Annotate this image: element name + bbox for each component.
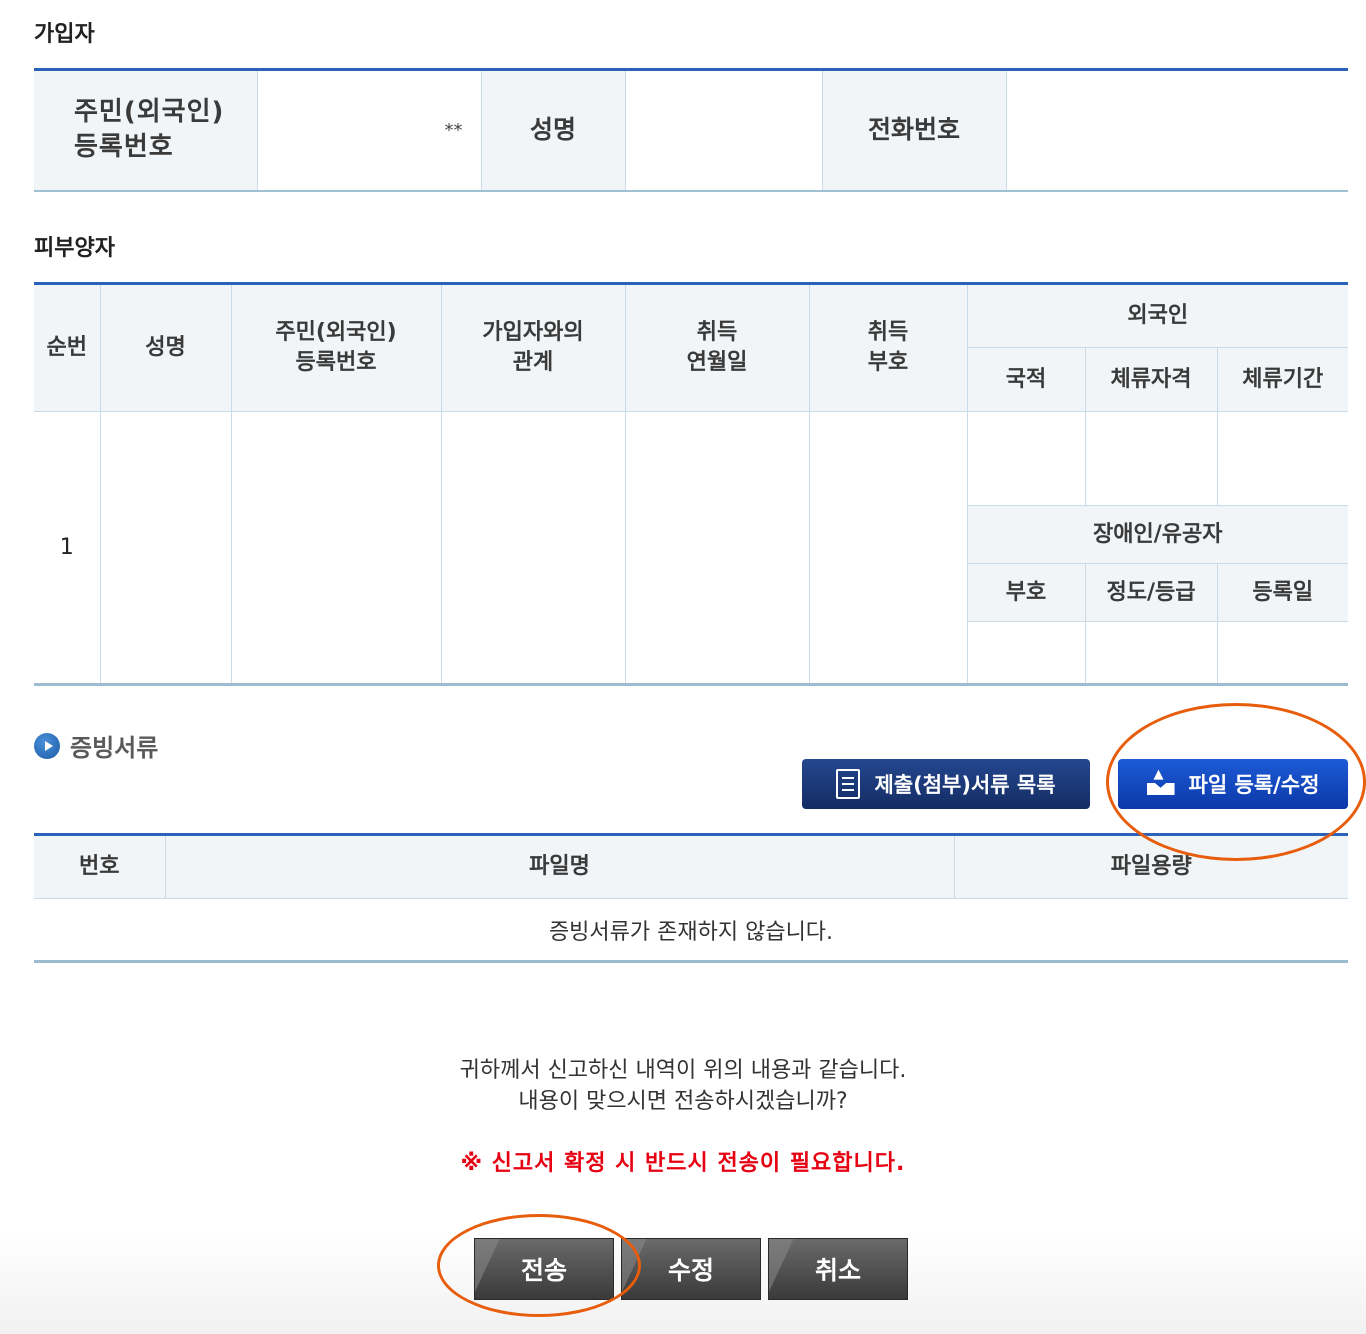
document-icon <box>836 769 861 799</box>
col-acq-code-line2: 부호 <box>867 350 909 375</box>
col-nationality: 국적 <box>967 347 1086 412</box>
row-disabled-code <box>967 621 1086 685</box>
documents-section-title: 증빙서류 <box>34 728 158 763</box>
col-foreigner-group: 외국인 <box>966 283 1349 348</box>
col-acq-date-line2: 연월일 <box>686 350 748 375</box>
col-file-size: 파일용량 <box>953 834 1348 899</box>
row-seq: 1 <box>34 411 101 685</box>
file-upload-button[interactable]: 파일 등록/수정 <box>1118 759 1348 809</box>
row-visa-status <box>1084 411 1218 506</box>
row-acq-date <box>624 411 810 685</box>
subscriber-section-title: 가입자 <box>34 22 95 47</box>
row-nationality <box>966 411 1086 506</box>
warning-message: ※ 신고서 확정 시 반드시 전송이 필요합니다. <box>460 1151 906 1176</box>
dependents-table: 순번 성명 주민(외국인) 등록번호 가입자와의 관계 취득 연월일 취득 부호… <box>34 282 1349 686</box>
document-list-button[interactable]: 제출(첨부)서류 목록 <box>802 759 1090 809</box>
row-rrn <box>230 411 442 685</box>
subscriber-name-value <box>624 69 823 191</box>
col-acq-date: 취득 연월일 <box>624 283 810 412</box>
col-disabled-reg-date: 등록일 <box>1216 563 1349 622</box>
subscriber-phone-value <box>1005 69 1348 191</box>
subscriber-name-label: 성명 <box>480 69 626 191</box>
edit-button[interactable]: 수정 <box>621 1238 761 1300</box>
col-seq: 순번 <box>34 283 101 412</box>
col-relation: 가입자와의 관계 <box>440 283 626 412</box>
file-upload-button-label: 파일 등록/수정 <box>1188 773 1320 797</box>
col-acq-code: 취득 부호 <box>808 283 968 412</box>
cancel-button[interactable]: 취소 <box>768 1238 908 1300</box>
documents-empty-message: 증빙서류가 존재하지 않습니다. <box>34 898 1348 962</box>
subscriber-rrn-label: 주민(외국인) 등록번호 <box>34 69 258 191</box>
rrn-label-line1: 주민(외국인) <box>74 97 225 128</box>
row-relation <box>440 411 626 685</box>
row-disabled-reg-date <box>1216 621 1349 685</box>
row-acq-code <box>808 411 968 685</box>
col-file-name: 파일명 <box>164 834 955 899</box>
row-name <box>99 411 232 685</box>
upload-tray-icon <box>1147 767 1175 795</box>
col-visa-status: 체류자격 <box>1084 347 1218 412</box>
document-list-button-label: 제출(첨부)서류 목록 <box>874 773 1056 797</box>
cancel-button-label: 취소 <box>814 1256 861 1285</box>
col-rrn-line2: 등록번호 <box>295 350 377 375</box>
col-relation-line2: 관계 <box>512 350 554 375</box>
send-button-label: 전송 <box>520 1256 567 1285</box>
confirm-message: 귀하께서 신고하신 내역이 위의 내용과 같습니다. 내용이 맞으시면 전송하시… <box>0 1055 1366 1117</box>
col-rrn-line1: 주민(외국인) <box>275 320 397 346</box>
rrn-label-line2: 등록번호 <box>74 132 174 163</box>
row-stay-period <box>1216 411 1349 506</box>
table-row: 1 <box>34 411 1349 685</box>
bullet-arrow-icon <box>34 732 60 759</box>
edit-button-label: 수정 <box>667 1256 714 1285</box>
col-stay-period: 체류기간 <box>1216 347 1349 412</box>
documents-table: 번호 파일명 파일용량 증빙서류가 존재하지 않습니다. <box>34 833 1348 963</box>
col-acq-date-line1: 취득 <box>696 320 738 346</box>
subscriber-rrn-value: ** <box>256 69 482 191</box>
col-rrn: 주민(외국인) 등록번호 <box>230 283 442 412</box>
subscriber-phone-label: 전화번호 <box>821 69 1007 191</box>
send-button[interactable]: 전송 <box>474 1238 614 1300</box>
col-disabled-code: 부호 <box>967 563 1086 622</box>
confirm-line2: 내용이 맞으시면 전송하시겠습니까? <box>518 1089 848 1114</box>
col-acq-code-line1: 취득 <box>867 320 909 346</box>
subscriber-table: 주민(외국인) 등록번호 ** 성명 전화번호 <box>34 68 1348 192</box>
col-file-no: 번호 <box>34 834 166 899</box>
col-name: 성명 <box>99 283 232 412</box>
row-disabled-grade <box>1084 621 1218 685</box>
documents-title-text: 증빙서류 <box>70 734 159 762</box>
col-disabled-group: 장애인/유공자 <box>967 505 1349 564</box>
confirm-line1: 귀하께서 신고하신 내역이 위의 내용과 같습니다. <box>459 1058 907 1083</box>
col-disabled-grade: 정도/등급 <box>1084 563 1218 622</box>
col-relation-line1: 가입자와의 <box>482 320 584 346</box>
dependents-section-title: 피부양자 <box>34 236 115 261</box>
